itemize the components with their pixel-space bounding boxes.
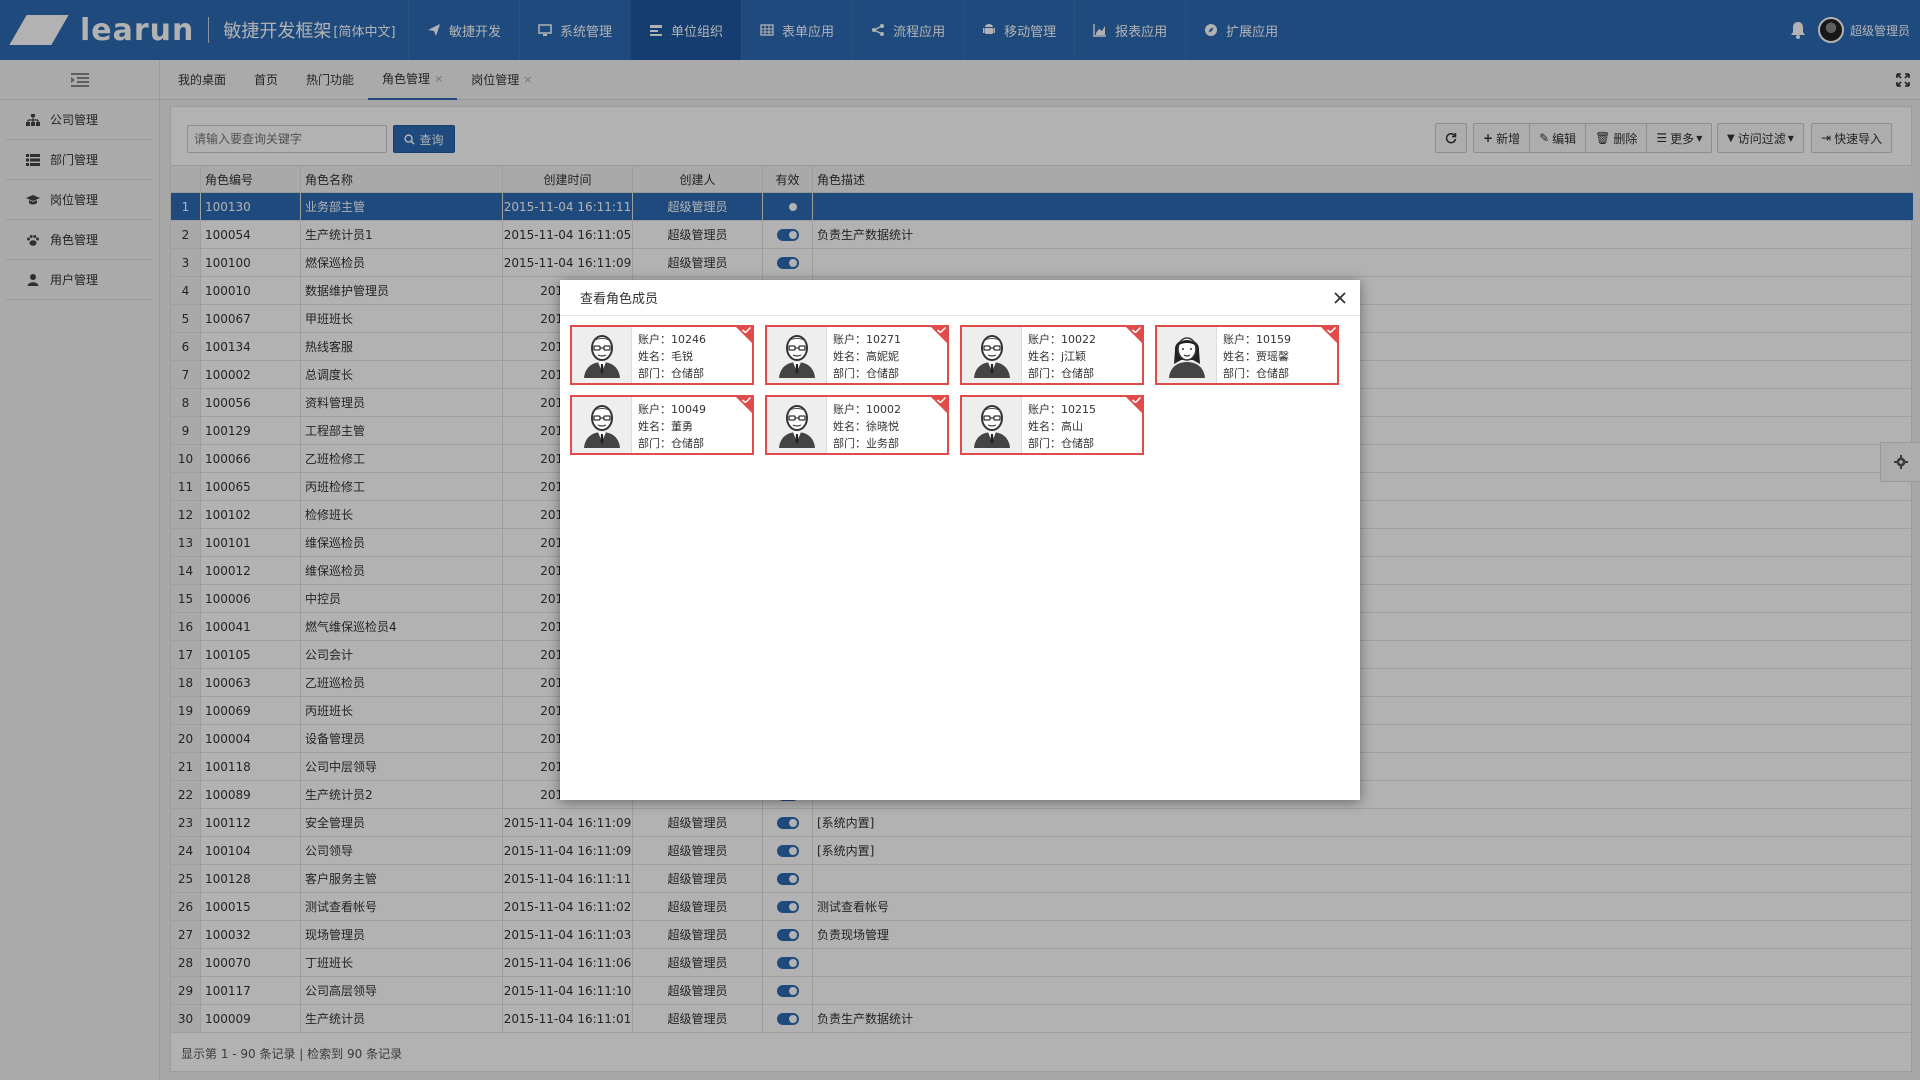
dialog-header: 查看角色成员 [560, 280, 1360, 316]
member-info: 账户：10271 姓名：高妮妮 部门：仓储部 [827, 327, 901, 383]
male-avatar-icon [973, 405, 1010, 448]
member-name: 姓名：贾瑶馨 [1223, 350, 1289, 363]
member-info: 账户：10022 姓名：j江颖 部门：仓储部 [1022, 327, 1096, 383]
member-name: 姓名：j江颖 [1028, 350, 1087, 363]
member-avatar [962, 397, 1022, 453]
member-card[interactable]: 账户：10022 姓名：j江颖 部门：仓储部 [960, 325, 1144, 385]
close-icon[interactable] [1332, 290, 1348, 306]
check-icon [1132, 397, 1141, 403]
female-avatar-icon [1168, 337, 1205, 378]
check-icon [742, 397, 751, 403]
member-account: 账户：10271 [833, 333, 901, 346]
check-icon [742, 327, 751, 333]
member-name: 姓名：徐晓悦 [833, 420, 899, 433]
member-card[interactable]: 账户：10159 姓名：贾瑶馨 部门：仓储部 [1155, 325, 1339, 385]
member-info: 账户：10049 姓名：董勇部门：仓储部 [632, 397, 706, 453]
role-members-dialog: 查看角色成员 账户：10246 姓名：毛锐 部门：仓储部 账户：10271 姓名：高妮妮… [560, 280, 1360, 800]
member-dept: 部门：仓储部 [1028, 437, 1094, 450]
check-icon [937, 327, 946, 333]
member-info: 账户：10159 姓名：贾瑶馨 部门：仓储部 [1217, 327, 1291, 383]
member-card[interactable]: 账户：10002 姓名：徐晓悦 部门：业务部 [765, 395, 949, 455]
member-card[interactable]: 账户：10049 姓名：董勇部门：仓储部 [570, 395, 754, 455]
member-avatar [572, 327, 632, 383]
dialog-title: 查看角色成员 [580, 292, 659, 307]
member-account: 账户：10215 [1028, 403, 1096, 416]
member-avatar [767, 327, 827, 383]
member-dept: 部门：业务部 [833, 437, 899, 450]
member-account: 账户：10049 [638, 403, 706, 416]
male-avatar-icon [778, 335, 815, 378]
member-dept: 部门：仓储部 [638, 367, 704, 380]
member-card[interactable]: 账户：10271 姓名：高妮妮 部门：仓储部 [765, 325, 949, 385]
member-account: 账户：10159 [1223, 333, 1291, 346]
member-avatar [962, 327, 1022, 383]
member-dept: 部门：仓储部 [638, 437, 704, 450]
member-name: 姓名：高妮妮 [833, 350, 899, 363]
check-icon [1132, 327, 1141, 333]
member-avatar [1157, 327, 1217, 383]
male-avatar-icon [778, 405, 815, 448]
member-card[interactable]: 账户：10246 姓名：毛锐部门：仓储部 [570, 325, 754, 385]
male-avatar-icon [583, 405, 620, 448]
member-account: 账户：10002 [833, 403, 901, 416]
male-avatar-icon [973, 335, 1010, 378]
member-info: 账户：10215 姓名：高山部门：仓储部 [1022, 397, 1096, 453]
member-dept: 部门：仓储部 [833, 367, 899, 380]
member-name: 姓名：董勇 [638, 420, 693, 433]
member-dept: 部门：仓储部 [1028, 367, 1094, 380]
member-account: 账户：10022 [1028, 333, 1096, 346]
member-avatar [767, 397, 827, 453]
member-name: 姓名：高山 [1028, 420, 1083, 433]
member-card[interactable]: 账户：10215 姓名：高山部门：仓储部 [960, 395, 1144, 455]
member-avatar [572, 397, 632, 453]
member-dept: 部门：仓储部 [1223, 367, 1289, 380]
male-avatar-icon [583, 335, 620, 378]
check-icon [1327, 327, 1336, 333]
member-info: 账户：10002 姓名：徐晓悦 部门：业务部 [827, 397, 901, 453]
member-info: 账户：10246 姓名：毛锐部门：仓储部 [632, 327, 706, 383]
member-name: 姓名：毛锐 [638, 350, 693, 363]
check-icon [937, 397, 946, 403]
member-account: 账户：10246 [638, 333, 706, 346]
